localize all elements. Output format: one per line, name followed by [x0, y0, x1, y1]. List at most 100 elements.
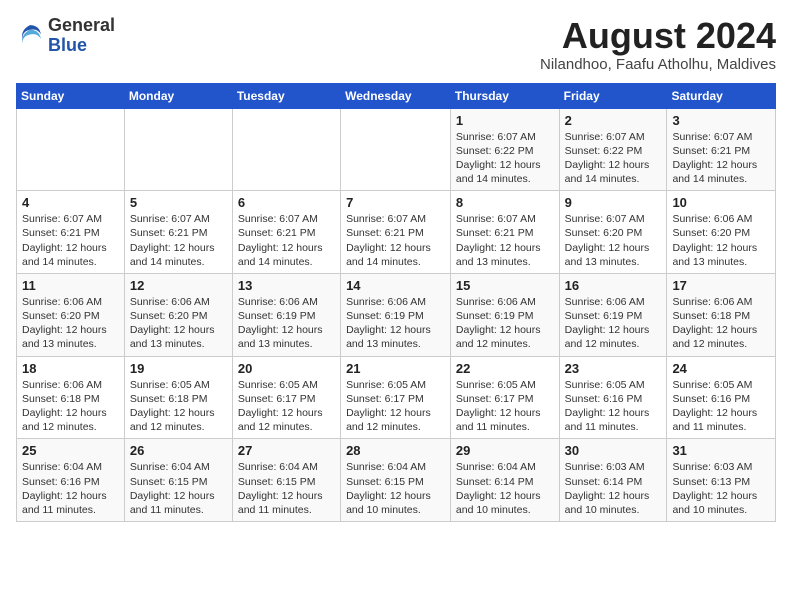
day-number: 18: [22, 361, 119, 376]
calendar-cell: 5Sunrise: 6:07 AM Sunset: 6:21 PM Daylig…: [124, 191, 232, 274]
calendar-cell: 21 Sunrise: 6:05 AM Sunset: 6:17 PM Dayli…: [341, 356, 451, 439]
day-detail: Sunrise: 6:04 AM Sunset: 6:15 PM Dayligh…: [346, 460, 445, 517]
day-detail: Sunrise: 6:06 AM Sunset: 6:19 PM Dayligh…: [456, 295, 554, 352]
calendar-cell: 29 Sunrise: 6:04 AM Sunset: 6:14 PM Dayli…: [450, 439, 559, 522]
calendar-cell: 11 Sunrise: 6:06 AM Sunset: 6:20 PM Dayli…: [17, 273, 125, 356]
calendar-cell: 20 Sunrise: 6:05 AM Sunset: 6:17 PM Dayli…: [232, 356, 340, 439]
day-detail: Sunrise: 6:04 AM Sunset: 6:16 PM Dayligh…: [22, 460, 119, 517]
day-number: 31: [672, 443, 770, 458]
day-number: 15: [456, 278, 554, 293]
day-detail: Sunrise: 6:06 AM Sunset: 6:19 PM Dayligh…: [565, 295, 662, 352]
logo: General Blue: [16, 16, 115, 56]
calendar-cell: 26 Sunrise: 6:04 AM Sunset: 6:15 PM Dayli…: [124, 439, 232, 522]
calendar-cell: 30 Sunrise: 6:03 AM Sunset: 6:14 PM Dayli…: [559, 439, 667, 522]
page-title: August 2024: [540, 16, 776, 56]
day-detail: Sunrise: 6:07 AM Sunset: 6:21 PM Dayligh…: [672, 130, 770, 187]
day-number: 8: [456, 195, 554, 210]
calendar-body: 1 Sunrise: 6:07 AM Sunset: 6:22 PM Daylig…: [17, 108, 776, 521]
week-row-2: 4 Sunrise: 6:07 AM Sunset: 6:21 PM Daylig…: [17, 191, 776, 274]
day-detail: Sunrise: 6:03 AM Sunset: 6:13 PM Dayligh…: [672, 460, 770, 517]
day-number: 20: [238, 361, 335, 376]
day-detail: Sunrise: 6:04 AM Sunset: 6:14 PM Dayligh…: [456, 460, 554, 517]
logo-icon: [16, 22, 44, 50]
calendar-cell: 17Sunrise: 6:06 AM Sunset: 6:18 PM Dayli…: [667, 273, 776, 356]
logo-text: General Blue: [48, 16, 115, 56]
calendar-cell: 18Sunrise: 6:06 AM Sunset: 6:18 PM Dayli…: [17, 356, 125, 439]
calendar-cell: 8Sunrise: 6:07 AM Sunset: 6:21 PM Daylig…: [450, 191, 559, 274]
day-detail: Sunrise: 6:07 AM Sunset: 6:21 PM Dayligh…: [22, 212, 119, 269]
day-number: 28: [346, 443, 445, 458]
week-row-1: 1 Sunrise: 6:07 AM Sunset: 6:22 PM Daylig…: [17, 108, 776, 191]
day-detail: Sunrise: 6:05 AM Sunset: 6:17 PM Dayligh…: [238, 378, 335, 435]
day-number: 1: [456, 113, 554, 128]
day-detail: Sunrise: 6:05 AM Sunset: 6:16 PM Dayligh…: [565, 378, 662, 435]
day-number: 30: [565, 443, 662, 458]
calendar-cell: 6Sunrise: 6:07 AM Sunset: 6:21 PM Daylig…: [232, 191, 340, 274]
day-number: 6: [238, 195, 335, 210]
days-header-row: SundayMondayTuesdayWednesdayThursdayFrid…: [17, 83, 776, 108]
calendar-cell: 22 Sunrise: 6:05 AM Sunset: 6:17 PM Dayli…: [450, 356, 559, 439]
calendar-cell: 12 Sunrise: 6:06 AM Sunset: 6:20 PM Dayli…: [124, 273, 232, 356]
day-number: 22: [456, 361, 554, 376]
day-detail: Sunrise: 6:06 AM Sunset: 6:20 PM Dayligh…: [672, 212, 770, 269]
header-thursday: Thursday: [450, 83, 559, 108]
day-number: 3: [672, 113, 770, 128]
day-detail: Sunrise: 6:06 AM Sunset: 6:18 PM Dayligh…: [672, 295, 770, 352]
calendar-cell: 23 Sunrise: 6:05 AM Sunset: 6:16 PM Dayli…: [559, 356, 667, 439]
week-row-5: 25 Sunrise: 6:04 AM Sunset: 6:16 PM Dayli…: [17, 439, 776, 522]
day-detail: Sunrise: 6:05 AM Sunset: 6:17 PM Dayligh…: [346, 378, 445, 435]
week-row-4: 18Sunrise: 6:06 AM Sunset: 6:18 PM Dayli…: [17, 356, 776, 439]
day-detail: Sunrise: 6:05 AM Sunset: 6:18 PM Dayligh…: [130, 378, 227, 435]
header-monday: Monday: [124, 83, 232, 108]
day-number: 9: [565, 195, 662, 210]
day-number: 24: [672, 361, 770, 376]
header-saturday: Saturday: [667, 83, 776, 108]
page-header: General Blue August 2024 Nilandhoo, Faaf…: [16, 16, 776, 73]
calendar-cell: 10 Sunrise: 6:06 AM Sunset: 6:20 PM Dayli…: [667, 191, 776, 274]
day-number: 21: [346, 361, 445, 376]
day-detail: Sunrise: 6:07 AM Sunset: 6:21 PM Dayligh…: [346, 212, 445, 269]
calendar-cell: [341, 108, 451, 191]
calendar-cell: 3 Sunrise: 6:07 AM Sunset: 6:21 PM Daylig…: [667, 108, 776, 191]
day-number: 16: [565, 278, 662, 293]
header-sunday: Sunday: [17, 83, 125, 108]
calendar-cell: 28 Sunrise: 6:04 AM Sunset: 6:15 PM Dayli…: [341, 439, 451, 522]
day-number: 5: [130, 195, 227, 210]
day-detail: Sunrise: 6:06 AM Sunset: 6:20 PM Dayligh…: [130, 295, 227, 352]
calendar-table: SundayMondayTuesdayWednesdayThursdayFrid…: [16, 83, 776, 522]
calendar-cell: 16 Sunrise: 6:06 AM Sunset: 6:19 PM Dayli…: [559, 273, 667, 356]
title-block: August 2024 Nilandhoo, Faafu Atholhu, Ma…: [540, 16, 776, 73]
day-number: 29: [456, 443, 554, 458]
day-detail: Sunrise: 6:06 AM Sunset: 6:19 PM Dayligh…: [238, 295, 335, 352]
calendar-cell: 4 Sunrise: 6:07 AM Sunset: 6:21 PM Daylig…: [17, 191, 125, 274]
calendar-cell: 14Sunrise: 6:06 AM Sunset: 6:19 PM Dayli…: [341, 273, 451, 356]
page-subtitle: Nilandhoo, Faafu Atholhu, Maldives: [540, 56, 776, 73]
calendar-cell: 24 Sunrise: 6:05 AM Sunset: 6:16 PM Dayli…: [667, 356, 776, 439]
calendar-cell: [124, 108, 232, 191]
day-number: 25: [22, 443, 119, 458]
day-detail: Sunrise: 6:06 AM Sunset: 6:20 PM Dayligh…: [22, 295, 119, 352]
calendar-cell: [232, 108, 340, 191]
day-number: 14: [346, 278, 445, 293]
header-wednesday: Wednesday: [341, 83, 451, 108]
day-detail: Sunrise: 6:05 AM Sunset: 6:16 PM Dayligh…: [672, 378, 770, 435]
calendar-cell: 2Sunrise: 6:07 AM Sunset: 6:22 PM Daylig…: [559, 108, 667, 191]
day-detail: Sunrise: 6:07 AM Sunset: 6:22 PM Dayligh…: [565, 130, 662, 187]
header-tuesday: Tuesday: [232, 83, 340, 108]
day-detail: Sunrise: 6:07 AM Sunset: 6:20 PM Dayligh…: [565, 212, 662, 269]
day-detail: Sunrise: 6:04 AM Sunset: 6:15 PM Dayligh…: [130, 460, 227, 517]
calendar-cell: [17, 108, 125, 191]
day-number: 13: [238, 278, 335, 293]
day-number: 12: [130, 278, 227, 293]
day-detail: Sunrise: 6:07 AM Sunset: 6:22 PM Dayligh…: [456, 130, 554, 187]
day-detail: Sunrise: 6:04 AM Sunset: 6:15 PM Dayligh…: [238, 460, 335, 517]
day-number: 11: [22, 278, 119, 293]
calendar-cell: 1 Sunrise: 6:07 AM Sunset: 6:22 PM Daylig…: [450, 108, 559, 191]
day-number: 10: [672, 195, 770, 210]
day-detail: Sunrise: 6:03 AM Sunset: 6:14 PM Dayligh…: [565, 460, 662, 517]
day-number: 4: [22, 195, 119, 210]
calendar-cell: 25 Sunrise: 6:04 AM Sunset: 6:16 PM Dayli…: [17, 439, 125, 522]
day-number: 26: [130, 443, 227, 458]
day-detail: Sunrise: 6:05 AM Sunset: 6:17 PM Dayligh…: [456, 378, 554, 435]
day-number: 23: [565, 361, 662, 376]
